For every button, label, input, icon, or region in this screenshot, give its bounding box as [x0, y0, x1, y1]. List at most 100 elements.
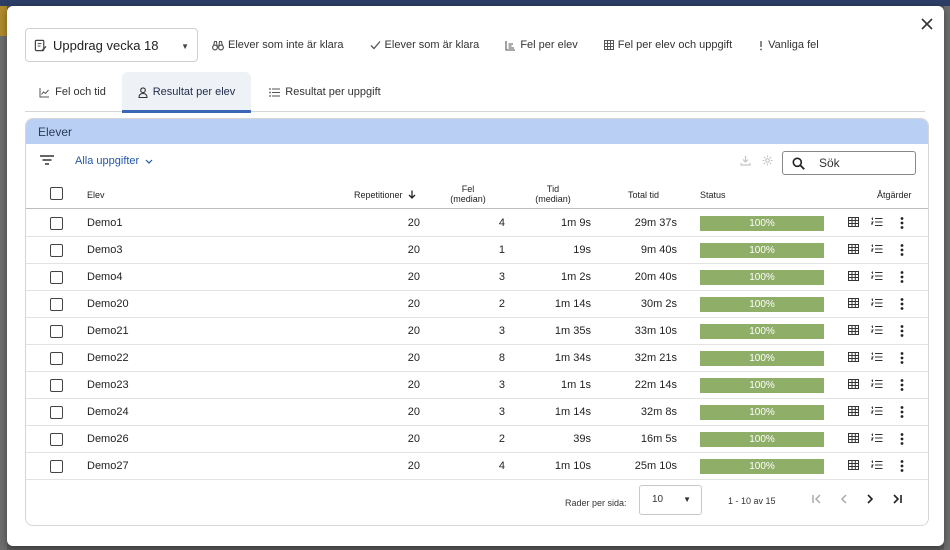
grid-icon[interactable]: [848, 433, 859, 446]
column-total-time[interactable]: Total tid: [628, 190, 659, 200]
numbered-list-icon[interactable]: [870, 433, 883, 446]
table-row[interactable]: Demo22 20 8 1m 34s 32m 21s 100%: [26, 345, 928, 372]
table-row[interactable]: Demo24 20 3 1m 14s 32m 8s 100%: [26, 399, 928, 426]
row-checkbox[interactable]: [50, 298, 63, 311]
table-row[interactable]: Demo20 20 2 1m 14s 30m 2s 100%: [26, 291, 928, 318]
errors-per-student-task-button[interactable]: Fel per elev och uppgift: [603, 37, 732, 53]
numbered-list-icon[interactable]: [870, 298, 883, 311]
table-row[interactable]: Demo4 20 3 1m 2s 20m 40s 100%: [26, 264, 928, 291]
close-icon: [921, 18, 933, 30]
previous-page-icon[interactable]: [837, 492, 851, 506]
download-icon[interactable]: [740, 155, 751, 166]
gear-icon[interactable]: [762, 155, 773, 166]
table-row[interactable]: Demo26 20 2 39s 16m 5s 100%: [26, 426, 928, 453]
table-row[interactable]: Demo1 20 4 1m 9s 29m 37s 100%: [26, 210, 928, 237]
numbered-list-icon[interactable]: [870, 460, 883, 473]
column-student[interactable]: Elev: [87, 190, 105, 200]
more-options-icon[interactable]: [900, 217, 904, 232]
numbered-list-icon[interactable]: [870, 271, 883, 284]
numbered-list-icon[interactable]: [870, 379, 883, 392]
table-row[interactable]: Demo27 20 4 1m 10s 25m 10s 100%: [26, 453, 928, 480]
more-options-icon[interactable]: [900, 352, 904, 367]
grid-icon[interactable]: [848, 271, 859, 284]
grid-icon[interactable]: [848, 325, 859, 338]
assignment-select[interactable]: Uppdrag vecka 18 ▼: [25, 28, 198, 62]
more-options-icon[interactable]: [900, 271, 904, 286]
not-finished-students-button[interactable]: Elever som inte är klara: [212, 37, 344, 53]
errors-per-student-button[interactable]: Fel per elev: [505, 37, 578, 53]
first-page-icon[interactable]: [810, 492, 824, 506]
numbered-list-icon[interactable]: [870, 244, 883, 257]
more-options-icon[interactable]: [900, 406, 904, 421]
status-progress-bar: 100%: [700, 432, 824, 447]
search-input[interactable]: [817, 155, 907, 171]
close-button[interactable]: [917, 15, 937, 35]
table-row[interactable]: Demo21 20 3 1m 35s 33m 10s 100%: [26, 318, 928, 345]
row-checkbox[interactable]: [50, 379, 63, 392]
column-repetitions[interactable]: Repetitioner: [354, 190, 416, 200]
table-row[interactable]: Demo3 20 1 19s 9m 40s 100%: [26, 237, 928, 264]
grid-icon[interactable]: [848, 406, 859, 419]
common-errors-button[interactable]: Vanliga fel: [758, 37, 819, 53]
status-progress-bar: 100%: [700, 270, 824, 285]
grid-icon[interactable]: [848, 298, 859, 311]
more-options-icon[interactable]: [900, 460, 904, 475]
status-progress-bar: 100%: [700, 243, 824, 258]
cell-student: Demo1: [87, 217, 123, 229]
cell-total-time: 29m 37s: [634, 217, 677, 229]
table-row[interactable]: Demo23 20 3 1m 1s 22m 14s 100%: [26, 372, 928, 399]
grid-icon[interactable]: [848, 352, 859, 365]
column-time-median[interactable]: Tid (median): [533, 184, 573, 204]
row-checkbox[interactable]: [50, 433, 63, 446]
grid-icon[interactable]: [848, 244, 859, 257]
row-checkbox[interactable]: [50, 352, 63, 365]
tab-results-per-task-label: Resultat per uppgift: [285, 86, 381, 98]
cell-time: 1m 1s: [561, 379, 591, 391]
cell-student: Demo3: [87, 244, 123, 256]
grid-icon[interactable]: [848, 217, 859, 230]
select-all-checkbox[interactable]: [50, 187, 63, 200]
row-checkbox[interactable]: [50, 244, 63, 257]
numbered-list-icon[interactable]: [870, 352, 883, 365]
column-status[interactable]: Status: [700, 190, 726, 200]
row-checkbox[interactable]: [50, 217, 63, 230]
cell-errors: 2: [498, 298, 505, 310]
more-options-icon[interactable]: [900, 325, 904, 340]
tab-results-per-student[interactable]: Resultat per elev: [122, 72, 251, 113]
filter-icon[interactable]: [40, 155, 54, 165]
cell-time: 1m 35s: [554, 325, 591, 337]
more-options-icon[interactable]: [900, 433, 904, 448]
task-filter-dropdown[interactable]: Alla uppgifter: [75, 155, 153, 167]
cell-student: Demo22: [87, 352, 129, 364]
cell-repetitions: 20: [407, 298, 420, 310]
more-options-icon[interactable]: [900, 244, 904, 259]
cell-total-time: 25m 10s: [634, 460, 677, 472]
edit-document-icon: [34, 39, 47, 51]
numbered-list-icon[interactable]: [870, 217, 883, 230]
grid-icon[interactable]: [848, 460, 859, 473]
row-checkbox[interactable]: [50, 460, 63, 473]
more-options-icon[interactable]: [900, 298, 904, 313]
tab-results-per-task[interactable]: Resultat per uppgift: [255, 72, 395, 112]
status-progress-bar: 100%: [700, 405, 824, 420]
rows-per-page-select[interactable]: 10 ▼: [639, 485, 702, 515]
next-page-icon[interactable]: [863, 492, 877, 506]
status-progress-bar: 100%: [700, 216, 824, 231]
search-icon: [792, 157, 805, 170]
numbered-list-icon[interactable]: [870, 406, 883, 419]
table-header: Elev Repetitioner Fel (median) Tid (medi…: [26, 181, 928, 209]
pagination: Rader per sida: 10 ▼ 1 - 10 av 15: [26, 483, 928, 517]
grid-icon[interactable]: [848, 379, 859, 392]
tab-errors-and-time[interactable]: Fel och tid: [25, 72, 120, 112]
more-options-icon[interactable]: [900, 379, 904, 394]
column-errors-median[interactable]: Fel (median): [449, 184, 487, 204]
row-checkbox[interactable]: [50, 325, 63, 338]
finished-students-button[interactable]: Elever som är klara: [370, 37, 479, 53]
cell-repetitions: 20: [407, 406, 420, 418]
cell-repetitions: 20: [407, 325, 420, 337]
cell-errors: 3: [498, 271, 505, 283]
numbered-list-icon[interactable]: [870, 325, 883, 338]
last-page-icon[interactable]: [890, 492, 904, 506]
row-checkbox[interactable]: [50, 271, 63, 284]
row-checkbox[interactable]: [50, 406, 63, 419]
